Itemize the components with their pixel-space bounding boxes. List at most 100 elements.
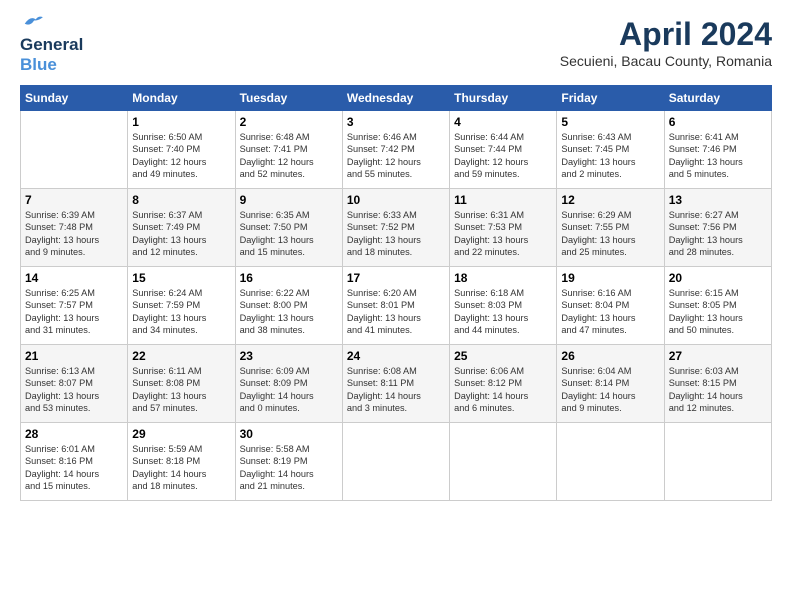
calendar-week-3: 14 Sunrise: 6:25 AMSunset: 7:57 PMDayligh…	[21, 267, 772, 345]
calendar-day	[21, 111, 128, 189]
day-number: 30	[240, 427, 338, 441]
day-number: 23	[240, 349, 338, 363]
day-number: 5	[561, 115, 659, 129]
day-info: Sunrise: 6:11 AMSunset: 8:08 PMDaylight:…	[132, 365, 230, 415]
logo-bird-icon	[22, 12, 44, 30]
day-number: 3	[347, 115, 445, 129]
calendar-day: 17Sunrise: 6:20 AMSunset: 8:01 PMDayligh…	[342, 267, 449, 345]
header-monday: Monday	[128, 86, 235, 111]
day-number: 19	[561, 271, 659, 285]
day-number: 1	[132, 115, 230, 129]
day-info: Sunrise: 5:58 AMSunset: 8:19 PMDaylight:…	[240, 443, 338, 493]
day-info: Sunrise: 6:41 AMSunset: 7:46 PMDaylight:…	[669, 131, 767, 181]
day-info: Sunrise: 6:06 AMSunset: 8:12 PMDaylight:…	[454, 365, 552, 415]
day-info: Sunrise: 6:27 AMSunset: 7:56 PMDaylight:…	[669, 209, 767, 259]
day-number: 12	[561, 193, 659, 207]
day-number: 24	[347, 349, 445, 363]
day-number: 28	[25, 427, 123, 441]
page: General Blue April 2024 Secuieni, Bacau …	[0, 0, 792, 511]
day-number: 22	[132, 349, 230, 363]
calendar-week-1: 1 Sunrise: 6:50 AMSunset: 7:40 PMDaylight…	[21, 111, 772, 189]
day-info: Sunrise: 6:22 AMSunset: 8:00 PMDaylight:…	[240, 287, 338, 337]
calendar-body: 1 Sunrise: 6:50 AMSunset: 7:40 PMDaylight…	[21, 111, 772, 501]
calendar-day: 18 Sunrise: 6:18 AMSunset: 8:03 PMDayligh…	[450, 267, 557, 345]
day-number: 4	[454, 115, 552, 129]
day-number: 27	[669, 349, 767, 363]
calendar-day: 13 Sunrise: 6:27 AMSunset: 7:56 PMDayligh…	[664, 189, 771, 267]
calendar-day: 6 Sunrise: 6:41 AMSunset: 7:46 PMDaylight…	[664, 111, 771, 189]
day-info: Sunrise: 6:35 AMSunset: 7:50 PMDaylight:…	[240, 209, 338, 259]
day-number: 8	[132, 193, 230, 207]
calendar-day: 15 Sunrise: 6:24 AMSunset: 7:59 PMDayligh…	[128, 267, 235, 345]
day-number: 14	[25, 271, 123, 285]
day-number: 6	[669, 115, 767, 129]
header: General Blue April 2024 Secuieni, Bacau …	[20, 16, 772, 75]
calendar-day: 9 Sunrise: 6:35 AMSunset: 7:50 PMDaylight…	[235, 189, 342, 267]
calendar-day: 4 Sunrise: 6:44 AMSunset: 7:44 PMDaylight…	[450, 111, 557, 189]
day-number: 15	[132, 271, 230, 285]
header-saturday: Saturday	[664, 86, 771, 111]
calendar-week-4: 21 Sunrise: 6:13 AMSunset: 8:07 PMDayligh…	[21, 345, 772, 423]
day-number: 21	[25, 349, 123, 363]
day-info: Sunrise: 6:43 AMSunset: 7:45 PMDaylight:…	[561, 131, 659, 181]
day-number: 7	[25, 193, 123, 207]
calendar-day: 8Sunrise: 6:37 AMSunset: 7:49 PMDaylight…	[128, 189, 235, 267]
day-number: 29	[132, 427, 230, 441]
day-number: 9	[240, 193, 338, 207]
day-info: Sunrise: 6:25 AMSunset: 7:57 PMDaylight:…	[25, 287, 123, 337]
calendar-day: 3 Sunrise: 6:46 AMSunset: 7:42 PMDaylight…	[342, 111, 449, 189]
day-number: 11	[454, 193, 552, 207]
calendar-day: 30 Sunrise: 5:58 AMSunset: 8:19 PMDayligh…	[235, 423, 342, 501]
day-info: Sunrise: 5:59 AMSunset: 8:18 PMDaylight:…	[132, 443, 230, 493]
calendar-day	[342, 423, 449, 501]
calendar-day: 11 Sunrise: 6:31 AMSunset: 7:53 PMDayligh…	[450, 189, 557, 267]
calendar-day: 22 Sunrise: 6:11 AMSunset: 8:08 PMDayligh…	[128, 345, 235, 423]
calendar-week-5: 28 Sunrise: 6:01 AMSunset: 8:16 PMDayligh…	[21, 423, 772, 501]
header-tuesday: Tuesday	[235, 86, 342, 111]
calendar-day: 27 Sunrise: 6:03 AMSunset: 8:15 PMDayligh…	[664, 345, 771, 423]
day-number: 18	[454, 271, 552, 285]
calendar-week-2: 7 Sunrise: 6:39 AMSunset: 7:48 PMDaylight…	[21, 189, 772, 267]
calendar-day: 25 Sunrise: 6:06 AMSunset: 8:12 PMDayligh…	[450, 345, 557, 423]
calendar-day: 26Sunrise: 6:04 AMSunset: 8:14 PMDayligh…	[557, 345, 664, 423]
day-info: Sunrise: 6:01 AMSunset: 8:16 PMDaylight:…	[25, 443, 123, 493]
calendar-day: 12 Sunrise: 6:29 AMSunset: 7:55 PMDayligh…	[557, 189, 664, 267]
day-info: Sunrise: 6:31 AMSunset: 7:53 PMDaylight:…	[454, 209, 552, 259]
day-info: Sunrise: 6:03 AMSunset: 8:15 PMDaylight:…	[669, 365, 767, 415]
calendar-header: Sunday Monday Tuesday Wednesday Thursday…	[21, 86, 772, 111]
calendar-day: 10Sunrise: 6:33 AMSunset: 7:52 PMDayligh…	[342, 189, 449, 267]
calendar-day: 1 Sunrise: 6:50 AMSunset: 7:40 PMDaylight…	[128, 111, 235, 189]
calendar-day	[450, 423, 557, 501]
day-number: 25	[454, 349, 552, 363]
day-info: Sunrise: 6:50 AMSunset: 7:40 PMDaylight:…	[132, 131, 230, 181]
day-info: Sunrise: 6:13 AMSunset: 8:07 PMDaylight:…	[25, 365, 123, 415]
calendar-day: 21 Sunrise: 6:13 AMSunset: 8:07 PMDayligh…	[21, 345, 128, 423]
month-title: April 2024	[560, 16, 772, 53]
day-info: Sunrise: 6:46 AMSunset: 7:42 PMDaylight:…	[347, 131, 445, 181]
day-info: Sunrise: 6:44 AMSunset: 7:44 PMDaylight:…	[454, 131, 552, 181]
calendar-day: 16 Sunrise: 6:22 AMSunset: 8:00 PMDayligh…	[235, 267, 342, 345]
calendar-day: 20Sunrise: 6:15 AMSunset: 8:05 PMDayligh…	[664, 267, 771, 345]
day-info: Sunrise: 6:09 AMSunset: 8:09 PMDaylight:…	[240, 365, 338, 415]
day-info: Sunrise: 6:04 AMSunset: 8:14 PMDaylight:…	[561, 365, 659, 415]
day-number: 20	[669, 271, 767, 285]
day-info: Sunrise: 6:24 AMSunset: 7:59 PMDaylight:…	[132, 287, 230, 337]
calendar-day: 14 Sunrise: 6:25 AMSunset: 7:57 PMDayligh…	[21, 267, 128, 345]
logo: General Blue	[20, 16, 83, 75]
day-number: 16	[240, 271, 338, 285]
day-info: Sunrise: 6:39 AMSunset: 7:48 PMDaylight:…	[25, 209, 123, 259]
calendar-day: 23 Sunrise: 6:09 AMSunset: 8:09 PMDayligh…	[235, 345, 342, 423]
day-number: 13	[669, 193, 767, 207]
calendar-day: 24 Sunrise: 6:08 AMSunset: 8:11 PMDayligh…	[342, 345, 449, 423]
header-friday: Friday	[557, 86, 664, 111]
day-info: Sunrise: 6:08 AMSunset: 8:11 PMDaylight:…	[347, 365, 445, 415]
day-info: Sunrise: 6:29 AMSunset: 7:55 PMDaylight:…	[561, 209, 659, 259]
calendar-table: Sunday Monday Tuesday Wednesday Thursday…	[20, 85, 772, 501]
day-number: 10	[347, 193, 445, 207]
day-info: Sunrise: 6:18 AMSunset: 8:03 PMDaylight:…	[454, 287, 552, 337]
calendar-day: 19Sunrise: 6:16 AMSunset: 8:04 PMDayligh…	[557, 267, 664, 345]
calendar-day	[664, 423, 771, 501]
calendar-day: 2Sunrise: 6:48 AMSunset: 7:41 PMDaylight…	[235, 111, 342, 189]
day-info: Sunrise: 6:20 AMSunset: 8:01 PMDaylight:…	[347, 287, 445, 337]
calendar-day: 5 Sunrise: 6:43 AMSunset: 7:45 PMDaylight…	[557, 111, 664, 189]
